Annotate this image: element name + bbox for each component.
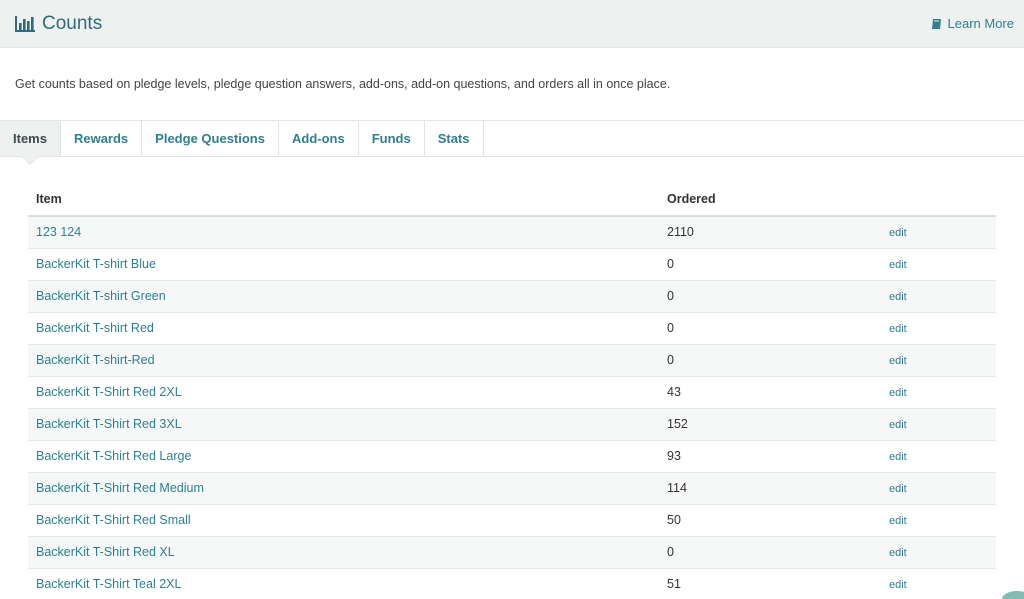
tab-add-ons[interactable]: Add-ons [279, 121, 359, 156]
table-row: BackerKit T-shirt Green 0 edit [28, 280, 996, 313]
item-link[interactable]: BackerKit T-Shirt Red Medium [36, 481, 204, 495]
edit-link[interactable]: edit [889, 387, 907, 399]
ordered-count: 114 [667, 481, 687, 495]
edit-link[interactable]: edit [889, 451, 907, 463]
page-description: Get counts based on pledge levels, pledg… [0, 48, 1024, 121]
edit-link[interactable]: edit [889, 227, 907, 239]
item-link[interactable]: BackerKit T-shirt Green [36, 289, 166, 303]
item-link[interactable]: BackerKit T-shirt Red [36, 321, 154, 335]
item-link[interactable]: BackerKit T-Shirt Red Large [36, 449, 191, 463]
learn-more-label: Learn More [947, 16, 1014, 31]
items-table: Item Ordered 123 124 2110 edit BackerKit… [28, 182, 996, 599]
item-link[interactable]: 123 124 [36, 225, 81, 239]
book-icon [931, 18, 943, 30]
tab-funds[interactable]: Funds [359, 121, 425, 156]
edit-link[interactable]: edit [889, 483, 907, 495]
tab-stats[interactable]: Stats [425, 121, 484, 156]
column-header-ordered: Ordered [659, 182, 881, 217]
edit-link[interactable]: edit [889, 259, 907, 271]
ordered-count: 2110 [667, 225, 694, 240]
bar-chart-icon [14, 15, 36, 33]
ordered-count: 50 [667, 513, 681, 527]
edit-link[interactable]: edit [889, 515, 907, 527]
ordered-count: 0 [667, 321, 674, 335]
ordered-count: 93 [667, 449, 681, 463]
table-row: 123 124 2110 edit [28, 216, 996, 249]
table-row: BackerKit T-Shirt Red Large 93 edit [28, 440, 996, 473]
item-link[interactable]: BackerKit T-shirt Blue [36, 257, 156, 271]
edit-link[interactable]: edit [889, 291, 907, 303]
edit-link[interactable]: edit [889, 547, 907, 559]
ordered-count: 0 [667, 289, 674, 303]
item-link[interactable]: BackerKit T-Shirt Red 2XL [36, 385, 182, 399]
ordered-count: 43 [667, 385, 681, 399]
table-row: BackerKit T-Shirt Red 3XL 152 edit [28, 408, 996, 441]
ordered-count: 0 [667, 545, 674, 559]
edit-link[interactable]: edit [889, 323, 907, 335]
ordered-count: 0 [667, 353, 674, 367]
table-row: BackerKit T-Shirt Red Medium 114 edit [28, 472, 996, 505]
edit-link[interactable]: edit [889, 419, 907, 431]
learn-more-link[interactable]: Learn More [931, 16, 1014, 31]
item-link[interactable]: BackerKit T-Shirt Red Small [36, 513, 191, 527]
page-title: Counts [42, 12, 103, 34]
table-row: BackerKit T-shirt Red 0 edit [28, 312, 996, 345]
table-header-row: Item Ordered [28, 182, 996, 217]
ordered-count: 152 [667, 417, 688, 431]
item-link[interactable]: BackerKit T-shirt-Red [36, 353, 155, 367]
table-row: BackerKit T-shirt-Red 0 edit [28, 344, 996, 377]
edit-link[interactable]: edit [889, 355, 907, 367]
edit-link[interactable]: edit [889, 579, 907, 591]
tab-rewards[interactable]: Rewards [61, 121, 143, 156]
table-row: BackerKit T-Shirt Red XL 0 edit [28, 536, 996, 569]
tab-items[interactable]: Items [0, 121, 61, 165]
items-table-container: Item Ordered 123 124 2110 edit BackerKit… [0, 157, 1024, 599]
ordered-count: 0 [667, 257, 674, 271]
ordered-count: 51 [667, 577, 681, 591]
table-row: BackerKit T-shirt Blue 0 edit [28, 248, 996, 281]
tab-pledge-questions[interactable]: Pledge Questions [142, 121, 279, 156]
column-header-item: Item [28, 182, 659, 217]
table-row: BackerKit T-Shirt Red 2XL 43 edit [28, 376, 996, 409]
column-header-actions [881, 182, 996, 217]
table-row: BackerKit T-Shirt Teal 2XL 51 edit [28, 568, 996, 599]
page-header: Counts Learn More [0, 0, 1024, 48]
counts-page: Counts Learn More Get counts based on pl… [0, 0, 1024, 599]
item-link[interactable]: BackerKit T-Shirt Teal 2XL [36, 577, 181, 591]
item-link[interactable]: BackerKit T-Shirt Red XL [36, 545, 175, 559]
item-link[interactable]: BackerKit T-Shirt Red 3XL [36, 417, 182, 431]
tab-bar: Items Rewards Pledge Questions Add-ons F… [0, 121, 1024, 165]
title-group: Counts [14, 13, 102, 35]
table-row: BackerKit T-Shirt Red Small 50 edit [28, 504, 996, 537]
